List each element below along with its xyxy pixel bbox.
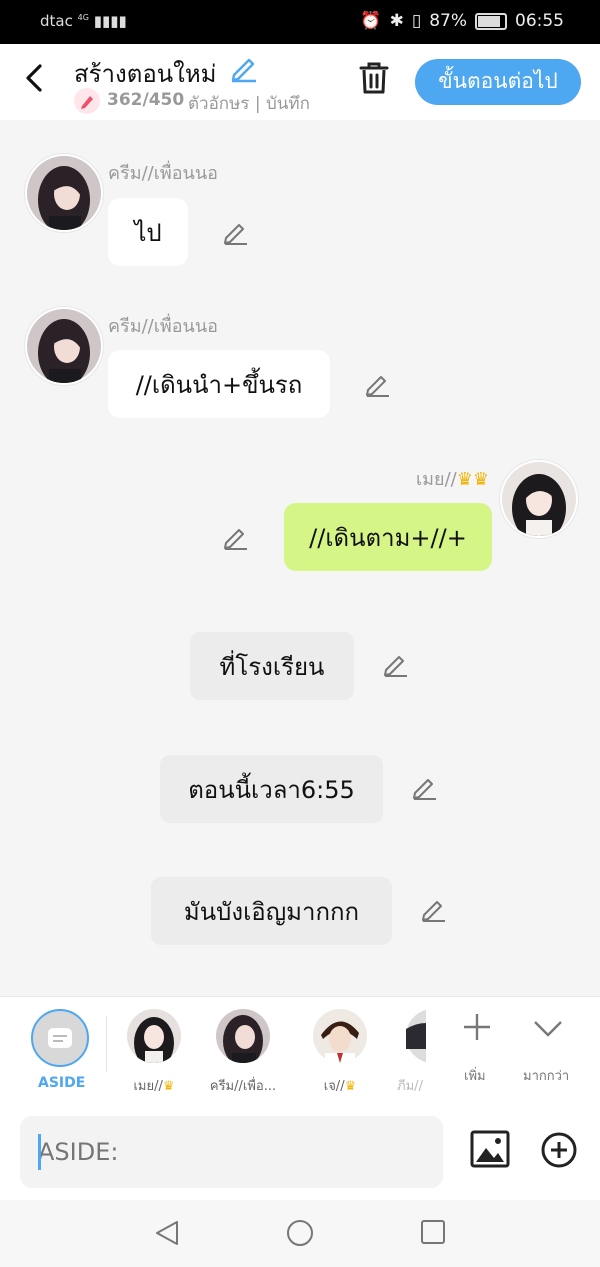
counter-suffix: ตัวอักษร | บันทึก — [188, 94, 310, 114]
text-cursor — [38, 1134, 41, 1170]
edit-message-icon[interactable] — [411, 773, 439, 801]
message-bubble[interactable]: //เดินนำ+ขึ้นรถ — [108, 350, 330, 418]
square-recents-icon — [421, 1220, 445, 1244]
plus-circle-icon — [541, 1132, 577, 1168]
crown-icon: ♛ — [162, 1079, 175, 1094]
battery-percent: 87% — [429, 11, 467, 31]
battery-icon — [475, 12, 507, 30]
signal-icon: ▮▮▮▮ — [93, 12, 127, 30]
aside-character-button[interactable] — [31, 1009, 89, 1067]
vibrate-icon: ▯ — [411, 11, 422, 31]
aside-icon — [48, 1028, 72, 1048]
character-label: เจ//♛ — [295, 1075, 385, 1096]
sender-name-text: เมย// — [416, 469, 457, 490]
message-text: ไป — [134, 218, 162, 247]
edit-message-icon[interactable] — [364, 370, 392, 398]
message-input[interactable] — [20, 1116, 443, 1188]
message-bubble[interactable]: ไป — [108, 198, 188, 266]
chevron-left-icon — [26, 64, 42, 92]
status-icons: ⏰ ✱ ▯ 87% 06:55 — [360, 11, 564, 31]
back-button[interactable] — [18, 58, 54, 98]
more-button[interactable] — [532, 1013, 564, 1045]
message-text: //เดินนำ+ขึ้นรถ — [135, 370, 303, 399]
clock: 06:55 — [515, 11, 564, 31]
character-label: ครีม//เพื่อ... — [209, 1079, 277, 1094]
image-icon — [470, 1130, 510, 1168]
circle-home-icon — [287, 1220, 313, 1246]
bluetooth-icon: ✱ — [389, 11, 404, 31]
sender-name: เมย//♛♛ — [416, 464, 489, 493]
edit-title-icon[interactable] — [229, 53, 259, 83]
carrier-label: dtac 4G ▮▮▮▮ — [40, 12, 127, 30]
trash-button[interactable] — [357, 60, 391, 96]
trash-icon — [359, 62, 389, 94]
crown-icon: ♛ — [344, 1079, 357, 1094]
add-label: เพิ่ม — [464, 1069, 486, 1084]
network-type: 4G — [77, 13, 89, 22]
chevron-down-icon — [534, 1021, 562, 1037]
avatar[interactable] — [500, 460, 578, 538]
nav-recents-button[interactable] — [420, 1219, 446, 1245]
aside-bubble[interactable]: ที่โรงเรียน — [190, 632, 354, 700]
triangle-back-icon — [156, 1221, 178, 1245]
aside-bubble[interactable]: ตอนนี้เวลา6:55 — [160, 755, 383, 823]
nav-back-button[interactable] — [153, 1219, 181, 1247]
crown-icon: ♛♛ — [456, 469, 489, 490]
edit-message-icon[interactable] — [420, 895, 448, 923]
aside-text: มันบังเอิญมากกก — [183, 897, 360, 926]
edit-message-icon[interactable] — [382, 650, 410, 678]
sender-name: ครีม//เพื่อนนอ — [108, 163, 218, 184]
nav-home-button[interactable] — [286, 1219, 314, 1247]
image-button[interactable] — [470, 1130, 510, 1168]
pencil-badge-icon — [74, 88, 100, 114]
edit-message-icon[interactable] — [222, 523, 250, 551]
character-avatar[interactable] — [127, 1009, 181, 1063]
alarm-icon: ⏰ — [360, 11, 382, 31]
sender-name: ครีม//เพื่อนนอ — [108, 316, 218, 337]
aside-bubble[interactable]: มันบังเอิญมากกก — [151, 877, 392, 945]
aside-label: ASIDE — [38, 1075, 86, 1091]
divider — [106, 1016, 107, 1072]
character-label-text: เมย// — [133, 1079, 163, 1094]
character-label: เมย//♛ — [109, 1075, 199, 1096]
add-character-button[interactable] — [461, 1011, 493, 1043]
character-label: ภีม// — [397, 1079, 423, 1094]
character-avatar[interactable] — [406, 1009, 426, 1063]
edit-message-icon[interactable] — [222, 218, 250, 246]
aside-text: ที่โรงเรียน — [219, 652, 325, 681]
character-avatar[interactable] — [313, 1009, 367, 1063]
avatar[interactable] — [25, 307, 103, 385]
carrier-name: dtac — [40, 12, 73, 30]
plus-icon — [464, 1014, 490, 1040]
next-step-button[interactable]: ขั้นตอนต่อไป — [415, 59, 581, 105]
add-button[interactable] — [540, 1131, 578, 1169]
character-label-text: เจ// — [323, 1079, 345, 1094]
message-text: //เดินตาม+//+ — [309, 523, 467, 552]
message-bubble[interactable]: //เดินตาม+//+ — [284, 503, 492, 571]
character-counter: 362/450 — [107, 90, 185, 110]
avatar[interactable] — [25, 154, 103, 232]
aside-text: ตอนนี้เวลา6:55 — [188, 775, 355, 804]
character-avatar[interactable] — [216, 1009, 270, 1063]
more-label: มากกว่า — [523, 1069, 570, 1084]
